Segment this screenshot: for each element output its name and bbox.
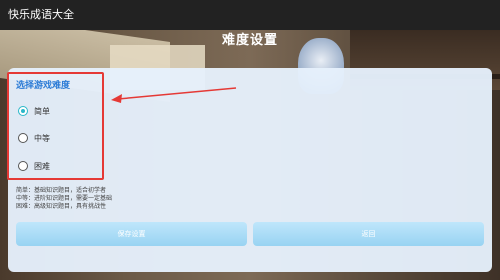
radio-checked-icon[interactable] bbox=[18, 106, 28, 116]
option-label: 困难 bbox=[34, 161, 50, 171]
difficulty-option-hard[interactable]: 困难 bbox=[18, 159, 50, 173]
page-title: 难度设置 bbox=[221, 33, 278, 48]
app-title: 快乐成语大全 bbox=[8, 8, 74, 21]
description-easy: 简单：基础知识题目，适合初学者 bbox=[16, 187, 107, 194]
option-label: 简单 bbox=[34, 106, 50, 116]
difficulty-section-title: 选择游戏难度 bbox=[16, 81, 71, 91]
back-button[interactable]: 返回 bbox=[253, 222, 484, 246]
difficulty-descriptions: 简单：基础知识题目，适合初学者 中等：进阶知识题目，需要一定基础 困难：高级知识… bbox=[16, 187, 112, 211]
difficulty-option-easy[interactable]: 简单 bbox=[18, 104, 50, 118]
difficulty-option-medium[interactable]: 中等 bbox=[18, 131, 50, 145]
radio-unchecked-icon[interactable] bbox=[18, 161, 28, 171]
radio-unchecked-icon[interactable] bbox=[18, 133, 28, 143]
app-title-bar: 快乐成语大全 bbox=[0, 0, 500, 30]
option-label: 中等 bbox=[34, 133, 50, 143]
description-hard: 困难：高级知识题目，具有挑战性 bbox=[16, 203, 107, 210]
annotation-arrow-icon bbox=[111, 87, 237, 103]
save-settings-button[interactable]: 保存设置 bbox=[16, 222, 247, 246]
description-medium: 中等：进阶知识题目，需要一定基础 bbox=[16, 195, 113, 202]
